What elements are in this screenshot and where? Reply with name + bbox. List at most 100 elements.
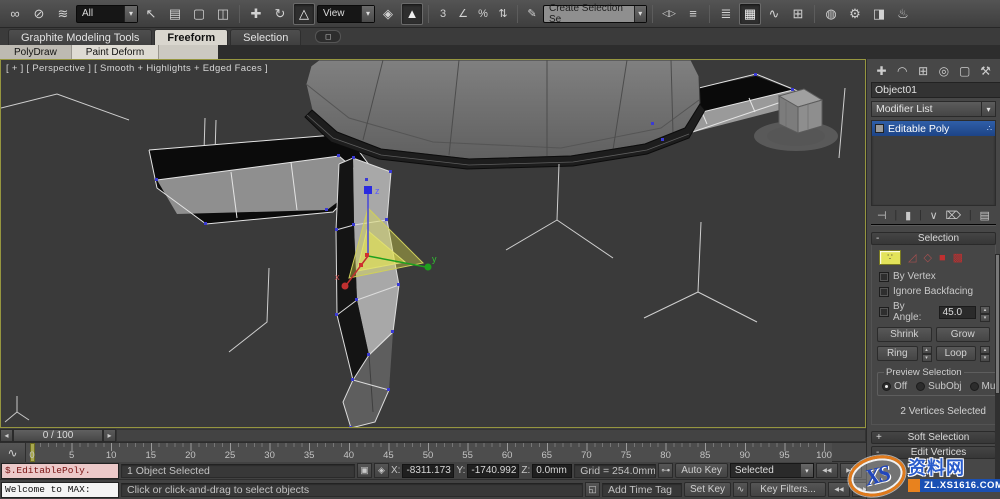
element-subobject-icon[interactable]: ▩ bbox=[953, 251, 963, 264]
previous-frame-icon[interactable]: ◀◀ bbox=[828, 482, 851, 497]
motion-tab-icon[interactable]: ◎ bbox=[935, 63, 952, 79]
gizmo-x-handle[interactable] bbox=[341, 282, 349, 290]
selection-filter-dropdown[interactable]: All ▾ bbox=[76, 4, 138, 23]
edge-subobject-icon[interactable]: ◿ bbox=[908, 251, 916, 264]
shrink-button[interactable]: Shrink bbox=[877, 327, 932, 342]
panel-scrollbar[interactable] bbox=[995, 254, 1000, 484]
auto-key-filter-dropdown[interactable]: Selected ▾ bbox=[729, 463, 814, 478]
add-time-tag[interactable]: Add Time Tag bbox=[602, 482, 682, 497]
x-coordinate-field[interactable]: -8311.173 bbox=[402, 463, 455, 478]
angle-snap-icon[interactable]: ∠ bbox=[454, 3, 472, 25]
ring-spinner[interactable]: ▴ ▾ bbox=[921, 346, 932, 362]
unlink-selection-icon[interactable]: ⊘ bbox=[28, 3, 50, 25]
key-tangent-icon[interactable]: ∿ bbox=[733, 482, 749, 497]
y-coordinate-field[interactable]: -1740.992 bbox=[467, 463, 520, 478]
maxscript-listener-line1[interactable]: $.EditablePoly. bbox=[1, 462, 119, 479]
modifier-list-dropdown[interactable]: Modifier List ▾ bbox=[871, 101, 996, 117]
perspective-viewport[interactable]: [ + ] [ Perspective ] [ Smooth + Highlig… bbox=[0, 59, 866, 428]
time-slider-prev-icon[interactable]: ◂ bbox=[0, 428, 13, 442]
timeline-ruler[interactable]: 0 5 10 15 20 25 30 35 40 45 50 55 60 65 70 75 80 85 90 95 10… bbox=[26, 443, 832, 462]
display-tab-icon[interactable]: ▢ bbox=[956, 63, 973, 79]
snaps-toggle-icon[interactable]: 3 bbox=[434, 3, 452, 25]
preview-off-radio[interactable] bbox=[882, 382, 891, 391]
make-unique-icon[interactable]: ∨ bbox=[930, 209, 938, 222]
align-icon[interactable]: ≡ bbox=[682, 3, 704, 25]
modify-tab-icon[interactable]: ◠ bbox=[894, 63, 911, 79]
time-slider-next-icon[interactable]: ▸ bbox=[103, 428, 116, 442]
isolate-selection-icon[interactable]: ◱ bbox=[585, 482, 600, 497]
spin-up-icon[interactable]: ▴ bbox=[980, 346, 990, 354]
material-editor-icon[interactable]: ◍ bbox=[820, 3, 842, 25]
set-key-button[interactable]: Set Key bbox=[684, 482, 732, 497]
rendered-frame-window-icon[interactable]: ◨ bbox=[868, 3, 890, 25]
remove-modifier-icon[interactable]: ⌦ bbox=[946, 209, 962, 222]
grow-button[interactable]: Grow bbox=[935, 327, 990, 342]
by-angle-field[interactable]: 45.0 bbox=[938, 305, 977, 319]
time-slider-handle[interactable]: 0 / 100 bbox=[13, 428, 103, 442]
select-and-scale-icon[interactable]: △ bbox=[293, 2, 315, 25]
panel-scrollbar-thumb[interactable] bbox=[995, 254, 1000, 394]
soft-selection-rollout-header[interactable]: + Soft Selection bbox=[871, 431, 996, 444]
layer-manager-icon[interactable]: ≣ bbox=[715, 3, 737, 25]
configure-modifier-sets-icon[interactable]: ▤ bbox=[980, 209, 990, 222]
spin-down-icon[interactable]: ▾ bbox=[921, 354, 932, 362]
border-subobject-icon[interactable]: ◇ bbox=[923, 251, 931, 264]
ring-button[interactable]: Ring bbox=[877, 346, 918, 361]
render-production-icon[interactable]: ♨ bbox=[892, 3, 914, 25]
ribbon-minimize-toggle[interactable]: ◻ bbox=[315, 30, 342, 43]
selection-lock-icon[interactable]: ▣ bbox=[357, 463, 372, 478]
vertex-subobject-icon[interactable]: ∵ bbox=[879, 250, 901, 265]
schematic-view-icon[interactable]: ⊞ bbox=[787, 3, 809, 25]
selection-rollout-header[interactable]: - Selection bbox=[871, 232, 996, 245]
reference-coordinate-dropdown[interactable]: View ▾ bbox=[317, 4, 375, 23]
window-crossing-icon[interactable]: ◫ bbox=[212, 3, 234, 25]
gizmo-z-handle[interactable] bbox=[364, 186, 372, 194]
go-to-start-icon[interactable]: ◀◀ bbox=[815, 463, 838, 478]
mirror-icon[interactable]: ◁▷ bbox=[658, 3, 680, 25]
hierarchy-tab-icon[interactable]: ⊞ bbox=[915, 63, 932, 79]
by-vertex-checkbox[interactable] bbox=[879, 271, 889, 282]
select-by-name-icon[interactable]: ▤ bbox=[164, 3, 186, 25]
selected-vertex[interactable] bbox=[359, 263, 363, 267]
create-tab-icon[interactable]: ✚ bbox=[873, 63, 890, 79]
table-top[interactable] bbox=[304, 60, 706, 170]
key-mode-toggle-icon[interactable]: ⊶ bbox=[658, 463, 674, 478]
subtab-polydraw[interactable]: PolyDraw bbox=[0, 45, 72, 59]
loop-button[interactable]: Loop bbox=[935, 346, 976, 361]
bind-to-spacewarp-icon[interactable]: ≋ bbox=[52, 3, 74, 25]
rectangular-selection-region-icon[interactable]: ▢ bbox=[188, 3, 210, 25]
mini-curve-editor-button[interactable]: ∿ bbox=[0, 443, 26, 462]
select-and-rotate-icon[interactable]: ↻ bbox=[269, 3, 291, 25]
loop-spinner[interactable]: ▴ ▾ bbox=[980, 346, 990, 362]
utilities-tab-icon[interactable]: ⚒ bbox=[977, 63, 994, 79]
stack-item-editable-poly[interactable]: Editable Poly ∴ bbox=[872, 121, 995, 136]
key-filters-button[interactable]: Key Filters... bbox=[750, 482, 827, 497]
show-end-result-icon[interactable]: ▮ bbox=[905, 209, 911, 222]
select-object-icon[interactable]: ↖ bbox=[140, 3, 162, 25]
ignore-backfacing-checkbox[interactable] bbox=[879, 286, 889, 297]
percent-snap-icon[interactable]: % bbox=[474, 3, 492, 25]
select-and-link-icon[interactable]: ∞ bbox=[4, 3, 26, 25]
spin-down-icon[interactable]: ▾ bbox=[980, 313, 990, 322]
viewport-canvas[interactable]: z y x bbox=[1, 60, 865, 427]
spin-up-icon[interactable]: ▴ bbox=[980, 305, 990, 314]
edit-named-selection-sets-icon[interactable]: ✎ bbox=[523, 3, 541, 25]
subtab-paint-deform[interactable]: Paint Deform bbox=[71, 45, 160, 59]
z-coordinate-field[interactable]: 0.0mm bbox=[532, 463, 573, 478]
time-slider-track[interactable] bbox=[116, 428, 866, 442]
viewport-label[interactable]: [ + ] [ Perspective ] [ Smooth + Highlig… bbox=[6, 63, 268, 74]
graphite-toolbox-icon[interactable]: ▦ bbox=[739, 2, 761, 25]
tab-selection[interactable]: Selection bbox=[230, 29, 302, 45]
curve-editor-icon[interactable]: ∿ bbox=[763, 3, 785, 25]
spin-up-icon[interactable]: ▴ bbox=[921, 346, 932, 354]
object-name-field[interactable] bbox=[871, 82, 1000, 98]
preview-multi-radio[interactable] bbox=[969, 382, 979, 391]
absolute-offset-toggle-icon[interactable]: ◈ bbox=[374, 463, 389, 478]
by-angle-spinner[interactable]: ▴ ▾ bbox=[980, 305, 990, 322]
keyboard-override-icon[interactable]: ▲ bbox=[401, 2, 423, 25]
render-setup-icon[interactable]: ⚙ bbox=[844, 3, 866, 25]
preview-subobj-radio[interactable] bbox=[916, 382, 926, 391]
polygon-subobject-icon[interactable]: ■ bbox=[939, 252, 946, 264]
pin-stack-icon[interactable]: ⊣ bbox=[877, 209, 887, 222]
auto-key-button[interactable]: Auto Key bbox=[675, 463, 728, 478]
